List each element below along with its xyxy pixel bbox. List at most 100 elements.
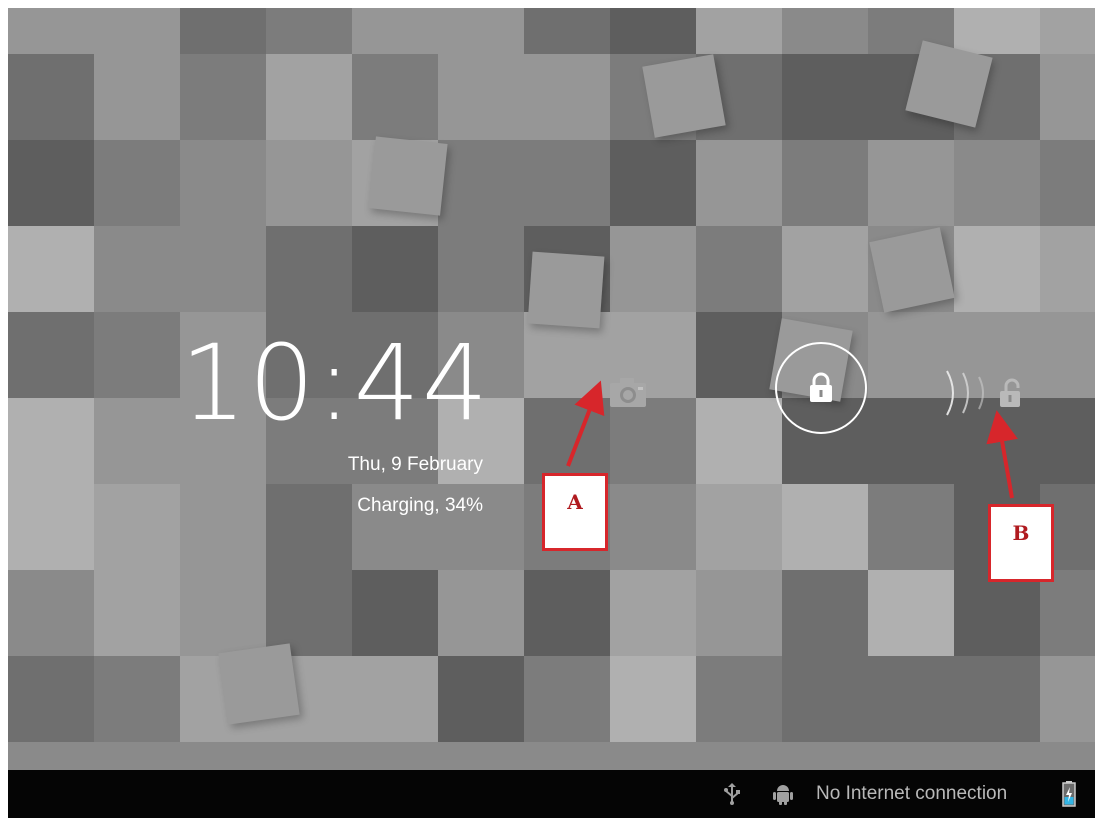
wallpaper-tile [1040, 312, 1095, 398]
wallpaper-tile [782, 570, 868, 656]
wallpaper-tile [266, 570, 352, 656]
wallpaper-tile [524, 398, 610, 484]
system-status-bar: No Internet connection [8, 770, 1095, 818]
unlock-icon[interactable] [996, 378, 1026, 410]
wallpaper-tile [266, 140, 352, 226]
wallpaper-tile [1040, 656, 1095, 742]
wallpaper-tile [438, 570, 524, 656]
wallpaper-tile [524, 656, 610, 742]
wallpaper-tile [8, 398, 94, 484]
wallpaper-tile [180, 54, 266, 140]
swipe-arcs [946, 370, 984, 416]
wallpaper-tile [94, 484, 180, 570]
wallpaper-tile [868, 656, 954, 742]
wallpaper-tile [94, 656, 180, 742]
wallpaper-tile [94, 140, 180, 226]
wallpaper-tile [180, 570, 266, 656]
wallpaper-tile [954, 226, 1040, 312]
wallpaper-tile [438, 226, 524, 312]
wallpaper-cube [642, 54, 726, 138]
wallpaper-tile [696, 570, 782, 656]
wallpaper-tile [782, 484, 868, 570]
wallpaper-tile [696, 398, 782, 484]
wallpaper-cube [218, 643, 300, 725]
wallpaper-tile [8, 54, 94, 140]
wallpaper-tile [868, 570, 954, 656]
tablet-screen: 10:44 Thu, 9 February Charging, 34% A B … [8, 8, 1095, 818]
wallpaper-tile [1040, 8, 1095, 54]
wallpaper-tile [94, 570, 180, 656]
wallpaper-tile [524, 8, 610, 54]
wallpaper-cube [869, 227, 955, 313]
wallpaper-tile [8, 226, 94, 312]
wallpaper-tile [438, 8, 524, 54]
wallpaper-tile [610, 484, 696, 570]
wallpaper-tile [352, 656, 438, 742]
wallpaper-tile [438, 140, 524, 226]
charging-status: Charging, 34% [357, 495, 483, 516]
wallpaper-tile [352, 54, 438, 140]
wallpaper-tile [524, 140, 610, 226]
wallpaper-tile [8, 312, 94, 398]
android-debug-icon [773, 785, 793, 805]
wallpaper-tile [782, 54, 868, 140]
wallpaper-tile [868, 484, 954, 570]
wallpaper-tile [782, 140, 868, 226]
wallpaper-tile [8, 656, 94, 742]
wallpaper-tile [524, 54, 610, 140]
wallpaper-tile [1040, 54, 1095, 140]
wallpaper-tile [610, 398, 696, 484]
wallpaper-tile [438, 54, 524, 140]
wallpaper-tile [524, 570, 610, 656]
callout-b: B [988, 504, 1054, 582]
wallpaper-tile [954, 570, 1040, 656]
battery-charging-icon [1062, 781, 1076, 807]
wallpaper-tile [266, 226, 352, 312]
wallpaper-tile [94, 54, 180, 140]
wallpaper-tile [696, 656, 782, 742]
wallpaper-tile [696, 226, 782, 312]
wallpaper-tile [696, 140, 782, 226]
wallpaper-tile [610, 226, 696, 312]
lock-icon [810, 372, 832, 402]
wallpaper-tile [782, 226, 868, 312]
wallpaper-tile [8, 8, 94, 54]
wallpaper-cube [527, 251, 605, 329]
wallpaper-tile [352, 226, 438, 312]
lock-handle[interactable] [775, 342, 867, 434]
wallpaper-tile [954, 656, 1040, 742]
wallpaper-tile [610, 140, 696, 226]
usb-icon [724, 783, 740, 805]
wallpaper-tile [696, 484, 782, 570]
connection-status: No Internet connection [816, 783, 1008, 804]
wallpaper-tile [352, 570, 438, 656]
wallpaper-tile [8, 140, 94, 226]
wallpaper-tile [266, 484, 352, 570]
wallpaper-tile [1040, 226, 1095, 312]
wallpaper-tile [438, 656, 524, 742]
wallpaper-tile [352, 8, 438, 54]
wallpaper-tile [610, 570, 696, 656]
wallpaper-tile [180, 226, 266, 312]
wallpaper-tile [8, 484, 94, 570]
wallpaper-tile [782, 8, 868, 54]
lockscreen-clock: 10:44 [180, 322, 490, 444]
wallpaper-tile [180, 8, 266, 54]
wallpaper-tile [954, 8, 1040, 54]
wallpaper-tile [1040, 140, 1095, 226]
wallpaper-tile [94, 8, 180, 54]
camera-icon[interactable] [606, 374, 652, 410]
wallpaper-tile [94, 226, 180, 312]
wallpaper-tile [610, 8, 696, 54]
wallpaper-tile [782, 656, 868, 742]
wallpaper-tile [868, 140, 954, 226]
lockscreen-date: Thu, 9 February [347, 454, 483, 475]
wallpaper-tile [180, 484, 266, 570]
callout-a: A [542, 473, 608, 551]
wallpaper-tile [1040, 398, 1095, 484]
wallpaper-tile [1040, 570, 1095, 656]
wallpaper-tile [8, 570, 94, 656]
wallpaper-tile [266, 8, 352, 54]
wallpaper-tile [610, 656, 696, 742]
wallpaper-tile [696, 8, 782, 54]
